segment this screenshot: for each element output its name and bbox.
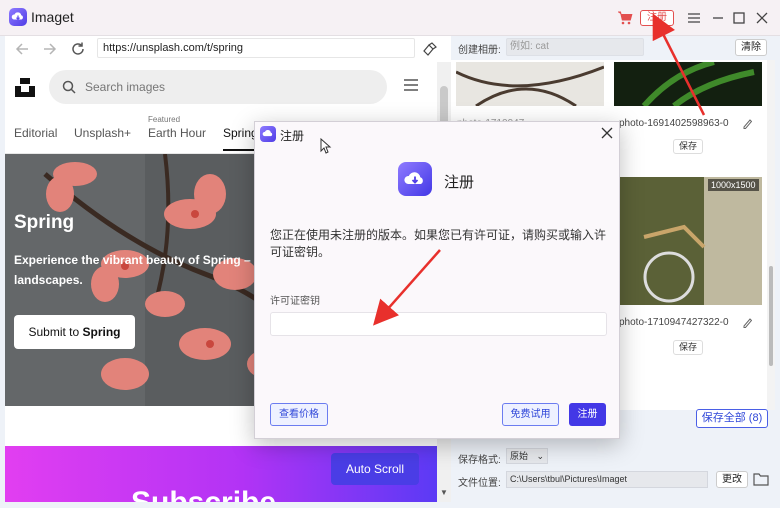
save-all-button[interactable]: 保存全部 (8) bbox=[696, 409, 768, 428]
url-input[interactable]: https://unsplash.com/t/spring bbox=[97, 38, 415, 58]
promo-banner: Auto Scroll Subscribe bbox=[5, 446, 437, 502]
album-input[interactable]: 例如: cat bbox=[506, 38, 644, 56]
thumbnail-branches[interactable] bbox=[456, 62, 604, 106]
chevron-down-icon: ⌄ bbox=[536, 451, 544, 461]
promo-heading: Subscribe bbox=[131, 486, 276, 502]
thumbnail-fern[interactable] bbox=[614, 62, 762, 106]
minimize-icon[interactable] bbox=[710, 10, 726, 26]
album-label: 创建相册: bbox=[458, 45, 501, 56]
reload-icon[interactable] bbox=[69, 40, 87, 58]
unsplash-logo-icon[interactable] bbox=[14, 76, 36, 98]
dialog-close-icon[interactable] bbox=[601, 127, 613, 139]
maximize-icon[interactable] bbox=[731, 10, 747, 26]
back-icon[interactable] bbox=[13, 40, 31, 58]
edit-icon[interactable] bbox=[742, 316, 752, 328]
submit-to-spring-button[interactable]: Submit to Spring bbox=[14, 315, 135, 349]
hero-title: Spring bbox=[14, 212, 75, 233]
license-key-label: 许可证密钥 bbox=[270, 296, 320, 307]
clean-brush-icon[interactable] bbox=[421, 40, 439, 58]
image-caption: photo-1691402598963-0 bbox=[619, 118, 729, 129]
dialog-register-button[interactable]: 注册 bbox=[569, 403, 606, 426]
hamburger-icon[interactable] bbox=[403, 78, 419, 92]
location-input[interactable]: C:\Users\tbul\Pictures\Imaget bbox=[506, 471, 708, 488]
dialog-titlebar: 注册 bbox=[255, 122, 619, 146]
imaget-logo-icon bbox=[398, 162, 432, 196]
site-header: Search images bbox=[5, 62, 437, 118]
free-trial-button[interactable]: 免费试用 bbox=[502, 403, 559, 426]
forward-icon[interactable] bbox=[41, 40, 59, 58]
tab-editorial[interactable]: Editorial bbox=[14, 126, 57, 140]
change-location-button[interactable]: 更改 bbox=[716, 471, 748, 488]
image-caption: photo-1710947427322-0 bbox=[619, 317, 729, 328]
save-button[interactable]: 保存 bbox=[673, 340, 703, 355]
format-select[interactable]: 原始 ⌄ bbox=[506, 448, 548, 464]
app-logo-icon bbox=[9, 8, 27, 26]
tab-spring[interactable]: Spring bbox=[223, 126, 258, 151]
register-dialog: 注册 注册 您正在使用未注册的版本。如果您已有许可证，请购买或输入许可证密钥。 … bbox=[254, 121, 620, 439]
dialog-title: 注册 bbox=[280, 129, 305, 143]
auto-scroll-button[interactable]: Auto Scroll bbox=[331, 453, 419, 485]
mouse-cursor-icon bbox=[320, 138, 332, 154]
location-label: 文件位置: bbox=[458, 478, 501, 489]
tab-earth-hour[interactable]: Earth Hour bbox=[148, 126, 206, 140]
panel-scroll-thumb[interactable] bbox=[769, 266, 773, 366]
thumbnail-bicycle[interactable] bbox=[614, 177, 762, 305]
cart-icon[interactable] bbox=[617, 11, 633, 25]
clear-button[interactable]: 清除 bbox=[735, 39, 767, 56]
tab-unsplash-plus[interactable]: Unsplash+ bbox=[74, 126, 131, 140]
close-icon[interactable] bbox=[754, 10, 770, 26]
dialog-app-icon bbox=[260, 126, 276, 142]
app-title: Imaget bbox=[31, 9, 74, 25]
menu-icon[interactable] bbox=[686, 10, 702, 26]
featured-tag: Featured bbox=[148, 115, 181, 124]
save-button[interactable]: 保存 bbox=[673, 139, 703, 154]
browser-navbar: https://unsplash.com/t/spring bbox=[5, 36, 451, 62]
edit-icon[interactable] bbox=[742, 117, 752, 129]
dimension-badge: 1000x1500 bbox=[708, 179, 759, 191]
register-button[interactable]: 注册 bbox=[640, 10, 674, 26]
scroll-down-arrow-icon[interactable]: ▼ bbox=[440, 488, 448, 497]
search-input[interactable]: Search images bbox=[49, 70, 387, 104]
license-key-input[interactable] bbox=[270, 312, 607, 336]
format-label: 保存格式: bbox=[458, 455, 501, 466]
folder-icon[interactable] bbox=[753, 472, 769, 486]
search-placeholder: Search images bbox=[85, 80, 166, 94]
search-icon bbox=[62, 80, 76, 94]
title-bar: Imaget 注册 bbox=[0, 0, 780, 36]
dialog-message: 您正在使用未注册的版本。如果您已有许可证，请购买或输入许可证密钥。 bbox=[270, 228, 607, 259]
view-price-button[interactable]: 查看价格 bbox=[270, 403, 328, 426]
dialog-heading: 注册 bbox=[444, 174, 475, 191]
